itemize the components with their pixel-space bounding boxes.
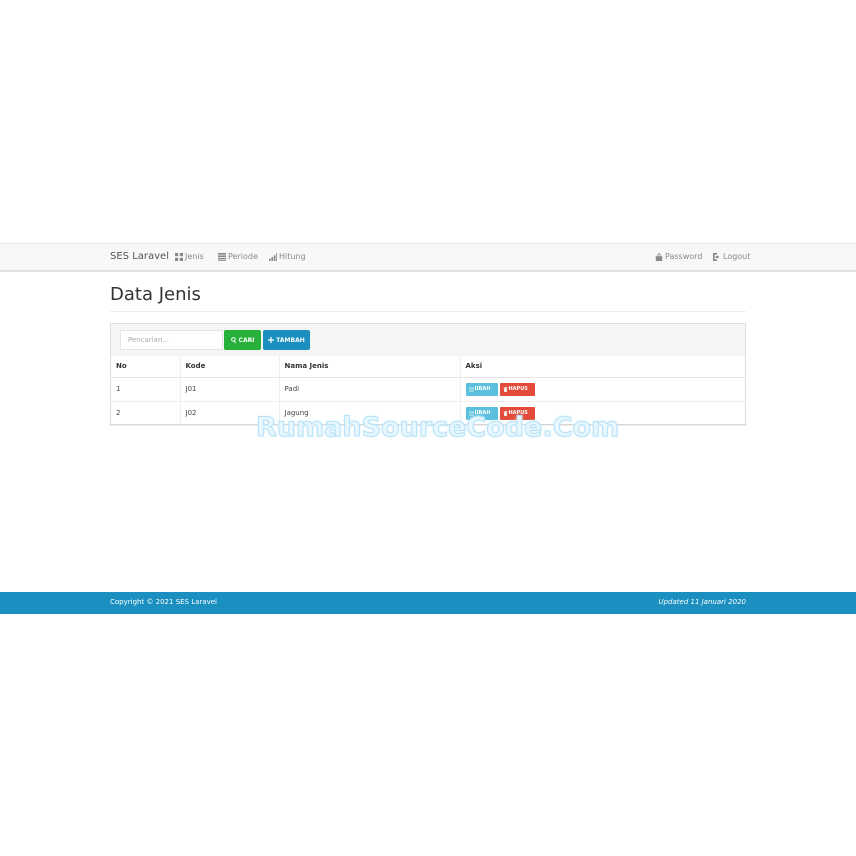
cell-no: 1 [111,377,181,401]
page-title: Data Jenis [110,284,201,305]
table-header-row: No Kode Nama Jenis Aksi [111,356,745,377]
cell-aksi: UBAH HAPUS [460,377,745,401]
search-input[interactable] [120,330,223,350]
column-header-nama-jenis: Nama Jenis [279,356,461,377]
cell-kode: J01 [180,377,280,401]
grid-icon [175,252,183,261]
navbar: SES Laravel Jenis Periode Hitung Passwor… [0,243,856,272]
logout-icon [713,252,720,261]
plus-icon [268,337,275,343]
edit-icon [469,386,474,391]
nav-link-label: Logout [723,252,751,261]
nav-link-jenis[interactable]: Jenis [175,252,204,261]
navbar-brand[interactable]: SES Laravel [110,251,169,262]
nav-link-label: Jenis [185,252,204,261]
search-button[interactable]: CARI [224,330,261,350]
nav-link-label: Periode [228,252,258,261]
delete-button-label: HAPUS [508,386,528,392]
footer-copyright: Copyright © 2021 SES Laravel [110,598,217,606]
add-button[interactable]: TAMBAH [263,330,310,350]
column-header-aksi: Aksi [465,362,483,371]
column-header-kode: Kode [180,356,280,377]
nav-link-label: Hitung [279,252,306,261]
title-divider [110,311,746,312]
footer-updated: Updated 11 Januari 2020 [658,598,746,606]
lock-icon [655,252,663,261]
navbar-inner: SES Laravel Jenis Periode Hitung Passwor… [110,244,750,271]
panel-toolbar: CARI TAMBAH [111,324,745,356]
nav-link-label: Password [665,252,703,261]
row-actions: UBAH HAPUS [465,382,741,396]
watermark: RumahSourceCode.Com [255,412,620,444]
delete-button[interactable]: HAPUS [499,382,535,396]
cell-nama-jenis: Padi [279,377,461,401]
search-icon [230,337,236,343]
nav-link-password[interactable]: Password [655,252,702,261]
add-button-label: TAMBAH [276,336,305,344]
signal-icon [269,252,277,261]
data-panel: CARI TAMBAH No Kode Nama Jenis Aksi 1 J0… [110,323,746,426]
column-header-no: No [111,356,181,377]
table-row: 1 J01 Padi UBAH HAPUS [111,377,745,401]
nav-link-logout[interactable]: Logout [713,252,750,261]
edit-button-label: UBAH [474,386,491,392]
trash-icon [503,386,507,392]
footer: Copyright © 2021 SES Laravel Updated 11 … [0,592,856,614]
edit-button[interactable]: UBAH [465,382,498,396]
cell-no: 2 [111,401,181,425]
nav-link-hitung[interactable]: Hitung [269,252,306,261]
table-icon [218,252,226,261]
search-button-label: CARI [238,336,255,344]
nav-link-periode[interactable]: Periode [218,252,258,261]
